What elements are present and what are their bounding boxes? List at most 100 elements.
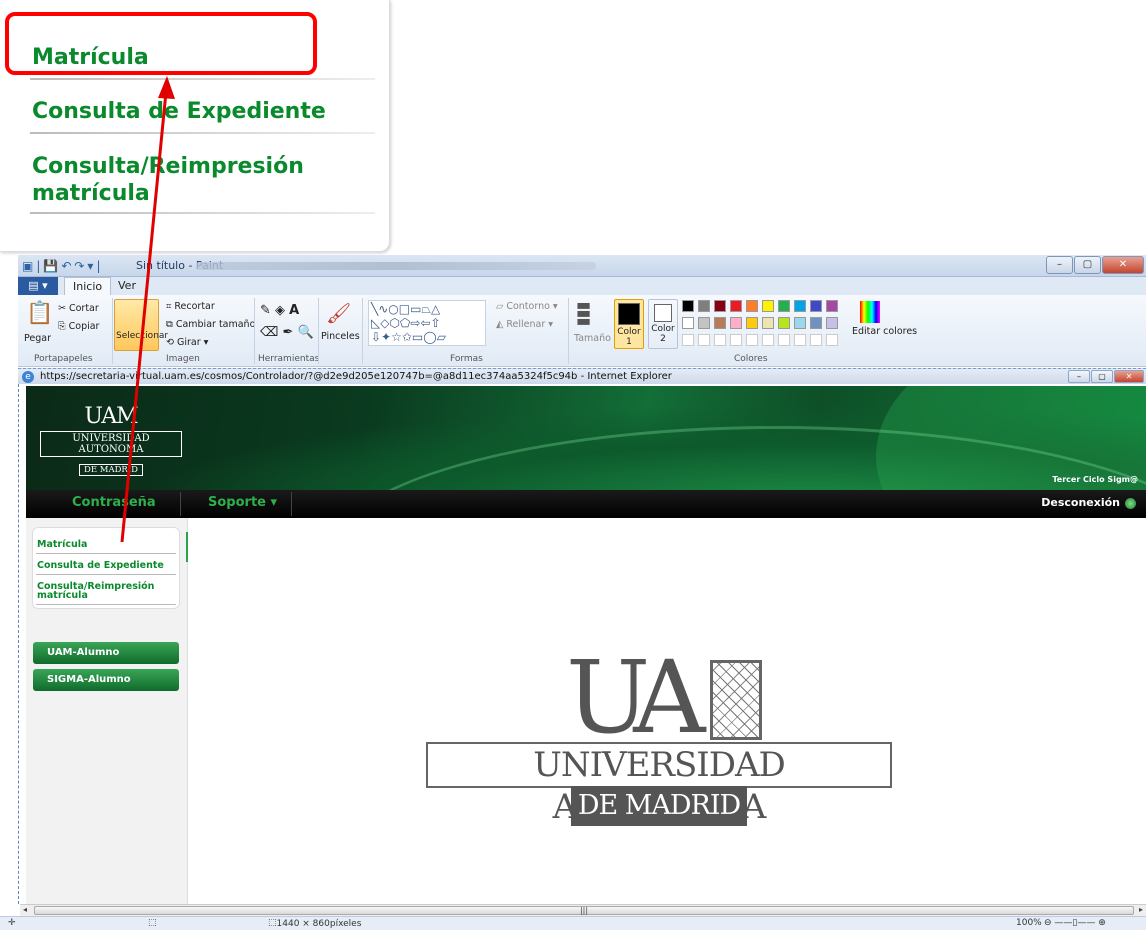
- size-icon[interactable]: ▬ ▬ ▬: [576, 297, 591, 329]
- tercer-ciclo-label: Tercer Ciclo Sigm@: [1052, 475, 1138, 484]
- eraser-picker-magnifier-icons[interactable]: ⌫ ✒ 🔍: [260, 325, 314, 340]
- palette-swatch[interactable]: [682, 300, 694, 312]
- close-icon[interactable]: ✕: [1102, 256, 1144, 274]
- palette-swatch-empty[interactable]: [778, 334, 790, 346]
- palette-swatch[interactable]: [746, 300, 758, 312]
- palette-swatch[interactable]: [746, 317, 758, 329]
- edit-colors-button[interactable]: Editar colores: [852, 327, 917, 337]
- brushes-button[interactable]: Pinceles: [321, 331, 360, 342]
- palette-swatch-empty[interactable]: [698, 334, 710, 346]
- nav-password[interactable]: Contraseña: [72, 495, 156, 510]
- palette-swatch[interactable]: [698, 300, 710, 312]
- pencil-fill-text-icons[interactable]: ✎ ◈ A: [260, 303, 299, 318]
- logo-uam-text: UAM: [84, 404, 138, 429]
- group-separator: [318, 298, 319, 364]
- nav-support[interactable]: Soporte ▾: [208, 495, 277, 510]
- palette-swatch[interactable]: [698, 317, 710, 329]
- paste-icon[interactable]: 📋: [26, 301, 53, 326]
- outline-icon: ▱: [496, 301, 507, 312]
- palette-swatch-empty[interactable]: [762, 334, 774, 346]
- nav-separator: [180, 492, 181, 516]
- palette-swatch[interactable]: [794, 300, 806, 312]
- palette-swatch-empty[interactable]: [714, 334, 726, 346]
- zoom-menu-reimpresion-line2[interactable]: matrícula: [32, 180, 150, 208]
- copy-button[interactable]: ⎘ Copiar: [58, 321, 99, 332]
- palette-swatch[interactable]: [826, 317, 838, 329]
- maximize-icon[interactable]: ▢: [1091, 370, 1113, 383]
- zoom-slider[interactable]: ⊖ ——▯—— ⊕: [1044, 918, 1106, 928]
- palette-swatch-empty[interactable]: [682, 334, 694, 346]
- tab-inicio[interactable]: Inicio: [64, 277, 112, 295]
- nav-separator: [291, 492, 292, 516]
- uam-alumno-button[interactable]: UAM-Alumno: [33, 642, 179, 664]
- palette-swatch-empty[interactable]: [826, 334, 838, 346]
- palette-swatch[interactable]: [826, 300, 838, 312]
- highlight-box: [5, 12, 317, 75]
- horizontal-scrollbar[interactable]: ◂ ||| ▸: [20, 904, 1146, 916]
- file-menu-button[interactable]: ▤ ▾: [18, 277, 58, 295]
- palette-swatch-empty[interactable]: [730, 334, 742, 346]
- palette-swatch-empty[interactable]: [746, 334, 758, 346]
- tab-ver[interactable]: Ver: [110, 277, 144, 295]
- maximize-icon[interactable]: ▢: [1074, 256, 1101, 274]
- zoom-menu-reimpresion[interactable]: Consulta/Reimpresión: [32, 153, 304, 181]
- palette-swatch[interactable]: [794, 317, 806, 329]
- color2-swatch: [654, 304, 672, 322]
- ribbon-tabs: ▤ ▾ Inicio Ver: [18, 277, 1146, 295]
- image-size-label: ⬚ 1440 × 860píxeles: [268, 918, 362, 929]
- brush-icon[interactable]: 🖌: [326, 301, 351, 325]
- sigma-alumno-button[interactable]: SIGMA-Alumno: [33, 669, 179, 691]
- group-separator: [568, 298, 569, 364]
- edit-colors-icon[interactable]: [860, 301, 880, 323]
- palette-swatch[interactable]: [810, 317, 822, 329]
- cut-button[interactable]: ✂ Cortar: [58, 303, 99, 314]
- group-label-clipboard: Portapapeles: [34, 354, 93, 364]
- fill-button[interactable]: ◭ Rellenar ▾: [496, 319, 553, 330]
- zoom-divider: [30, 132, 375, 134]
- power-icon: [1125, 497, 1136, 509]
- palette-swatch-empty[interactable]: [810, 334, 822, 346]
- palette-swatch[interactable]: [762, 300, 774, 312]
- shapes-gallery[interactable]: ╲∿○□▭⏢△ ◺◇⬡⬠⇨⇦⇧ ⇩✦☆✩▭◯▱: [368, 300, 486, 346]
- palette-swatch[interactable]: [714, 300, 726, 312]
- group-label-tools: Herramientas: [258, 354, 320, 364]
- chevron-down-icon: ▾: [270, 495, 278, 510]
- logo-m-grid: [710, 660, 762, 740]
- ie-window-controls: – ▢ ✕: [1068, 370, 1144, 383]
- palette-swatch[interactable]: [778, 317, 790, 329]
- resize-button[interactable]: ⧉ Cambiar tamaño: [166, 319, 255, 330]
- zoom-menu-expediente[interactable]: Consulta de Expediente: [32, 98, 326, 126]
- palette-swatch[interactable]: [682, 317, 694, 329]
- crop-button[interactable]: ⌗ Recortar: [166, 301, 215, 312]
- uam-logo-small[interactable]: UAM UNIVERSIDAD AUTONOMA DE MADRID: [40, 406, 182, 476]
- close-icon[interactable]: ✕: [1114, 370, 1144, 383]
- palette-swatch[interactable]: [714, 317, 726, 329]
- size-button[interactable]: Tamaño: [574, 333, 611, 344]
- paste-button[interactable]: Pegar: [24, 333, 51, 344]
- rotate-button[interactable]: ⟲ Girar ▾: [166, 337, 208, 348]
- color1-button[interactable]: Color 1: [614, 299, 644, 349]
- palette-swatch[interactable]: [778, 300, 790, 312]
- sidebar-item-expediente[interactable]: Consulta de Expediente: [37, 561, 164, 571]
- sidebar-item-reimpresion-line2[interactable]: matrícula: [37, 591, 88, 601]
- palette-swatch[interactable]: [730, 317, 742, 329]
- minimize-icon[interactable]: –: [1068, 370, 1090, 383]
- outline-button[interactable]: ▱ Contorno ▾: [496, 301, 558, 312]
- palette-swatch-empty[interactable]: [794, 334, 806, 346]
- select-button[interactable]: [114, 299, 159, 351]
- logout-button[interactable]: Desconexión: [1041, 496, 1136, 509]
- palette-swatch[interactable]: [730, 300, 742, 312]
- scroll-right-icon[interactable]: ▸: [1139, 905, 1143, 914]
- scroll-left-icon[interactable]: ◂: [23, 905, 27, 914]
- sidebar-item-matricula[interactable]: Matrícula: [37, 540, 87, 550]
- minimize-icon[interactable]: –: [1046, 256, 1073, 274]
- color2-button[interactable]: Color 2: [648, 299, 678, 349]
- site-navbar: Contraseña Soporte ▾ Desconexión: [26, 490, 1146, 518]
- quick-access-icons[interactable]: ▣|💾↶↷▾|: [22, 259, 104, 273]
- group-separator: [112, 298, 113, 364]
- menu-divider: [36, 553, 176, 554]
- scroll-thumb[interactable]: |||: [34, 906, 1134, 915]
- palette-swatch[interactable]: [810, 300, 822, 312]
- palette-swatch[interactable]: [762, 317, 774, 329]
- color2-label: Color 2: [651, 324, 675, 344]
